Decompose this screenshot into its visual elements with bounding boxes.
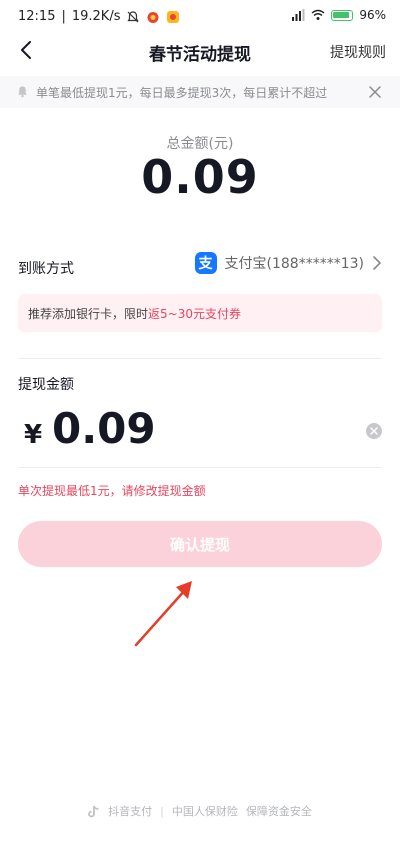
footer-insurer: 中国人保财险 <box>171 805 238 818</box>
currency-symbol: ¥ <box>24 420 43 450</box>
status-speed: 19.2K/s <box>71 9 121 24</box>
close-icon[interactable] <box>368 85 382 99</box>
bell-muted-icon <box>127 10 140 22</box>
douyin-logo-icon <box>88 805 99 817</box>
withdraw-amount-value: 0.09 <box>52 404 156 453</box>
battery-icon <box>331 9 354 21</box>
payment-account-selector[interactable]: 支 支付宝(188******13) <box>194 252 382 274</box>
footer-separator: | <box>160 804 164 818</box>
clear-icon <box>370 427 378 435</box>
notice-text: 单笔最低提现1元，每日最多提现3次，每日累计不超过 <box>36 86 328 100</box>
confirm-withdraw-button[interactable]: 确认提现 <box>18 521 382 567</box>
withdraw-amount-label: 提现金额 <box>18 377 74 393</box>
payment-method-row: 到账方式 支 支付宝(188******13) <box>18 252 382 282</box>
footer-brand: 抖音支付 <box>108 805 153 818</box>
promo-text: 推荐添加银行卡，限时 <box>28 306 149 321</box>
notice-bar: 单笔最低提现1元，每日最多提现3次，每日累计不超过 <box>0 76 400 108</box>
bell-icon <box>17 86 28 98</box>
annotation-arrow-icon <box>134 581 192 647</box>
add-bank-card-promo[interactable]: 推荐添加银行卡，限时 返5~30元支付券 <box>18 294 382 332</box>
payment-method-label: 到账方式 <box>18 261 74 277</box>
signal-icon <box>292 9 305 21</box>
clear-input-button[interactable] <box>366 423 382 439</box>
alipay-icon: 支 <box>194 252 217 274</box>
wifi-icon <box>311 9 325 20</box>
divider <box>18 467 382 468</box>
footer-guarantee: 保障资金安全 <box>245 805 312 818</box>
battery-level: 96% <box>359 8 386 22</box>
app-notification-icon-2 <box>167 10 180 23</box>
status-time: 12:15 <box>18 9 56 24</box>
withdraw-rules-link[interactable]: 提现规则 <box>330 42 386 62</box>
divider <box>18 358 382 359</box>
withdraw-error-message: 单次提现最低1元，请修改提现金额 <box>18 484 206 498</box>
status-bar: 12:15 | 19.2K/s 96% <box>0 0 400 34</box>
total-amount-value: 0.09 <box>141 150 259 204</box>
nav-bar: 春节活动提现 提现规则 <box>0 30 400 72</box>
promo-highlight: 返5~30元支付券 <box>148 306 241 321</box>
footer: 抖音支付 | 中国人保财险 保障资金安全 <box>0 803 400 819</box>
withdraw-amount-input[interactable]: ¥ 0.09 <box>18 400 382 460</box>
app-notification-icon <box>147 11 159 23</box>
status-divider: | <box>61 9 66 24</box>
chevron-right-icon <box>373 256 381 270</box>
payment-account: 支付宝(188******13) <box>224 256 364 272</box>
